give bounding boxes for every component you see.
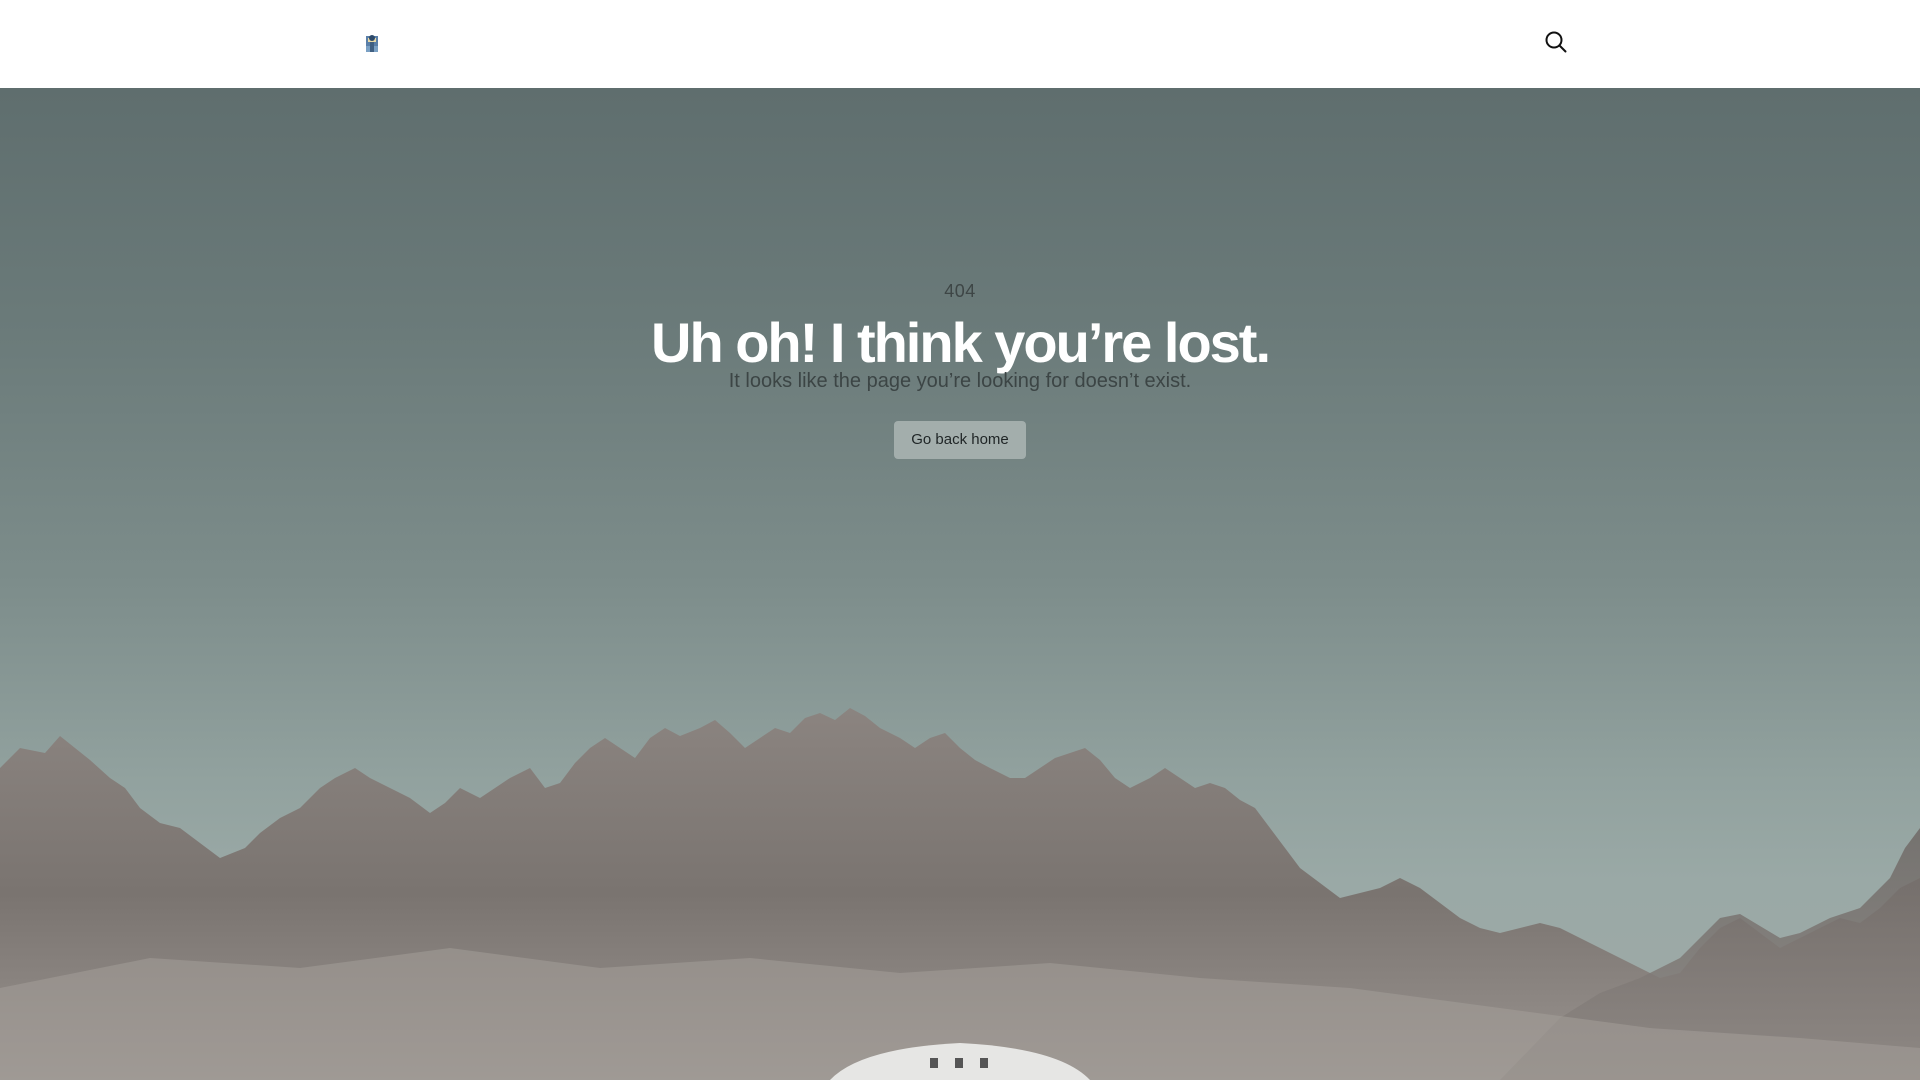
go-back-home-button[interactable]: Go back home: [894, 421, 1026, 459]
search-button[interactable]: [1538, 30, 1574, 58]
hero-section: 404 Uh oh! I think you’re lost. It looks…: [0, 88, 1920, 1080]
error-message: It looks like the page you’re looking fo…: [728, 370, 1192, 392]
site-logo-icon[interactable]: [355, 30, 389, 58]
error-code: 404: [944, 281, 976, 301]
site-header: [0, 0, 1920, 88]
mountain-background-image: [0, 708, 1920, 1080]
search-icon: [1544, 30, 1568, 59]
